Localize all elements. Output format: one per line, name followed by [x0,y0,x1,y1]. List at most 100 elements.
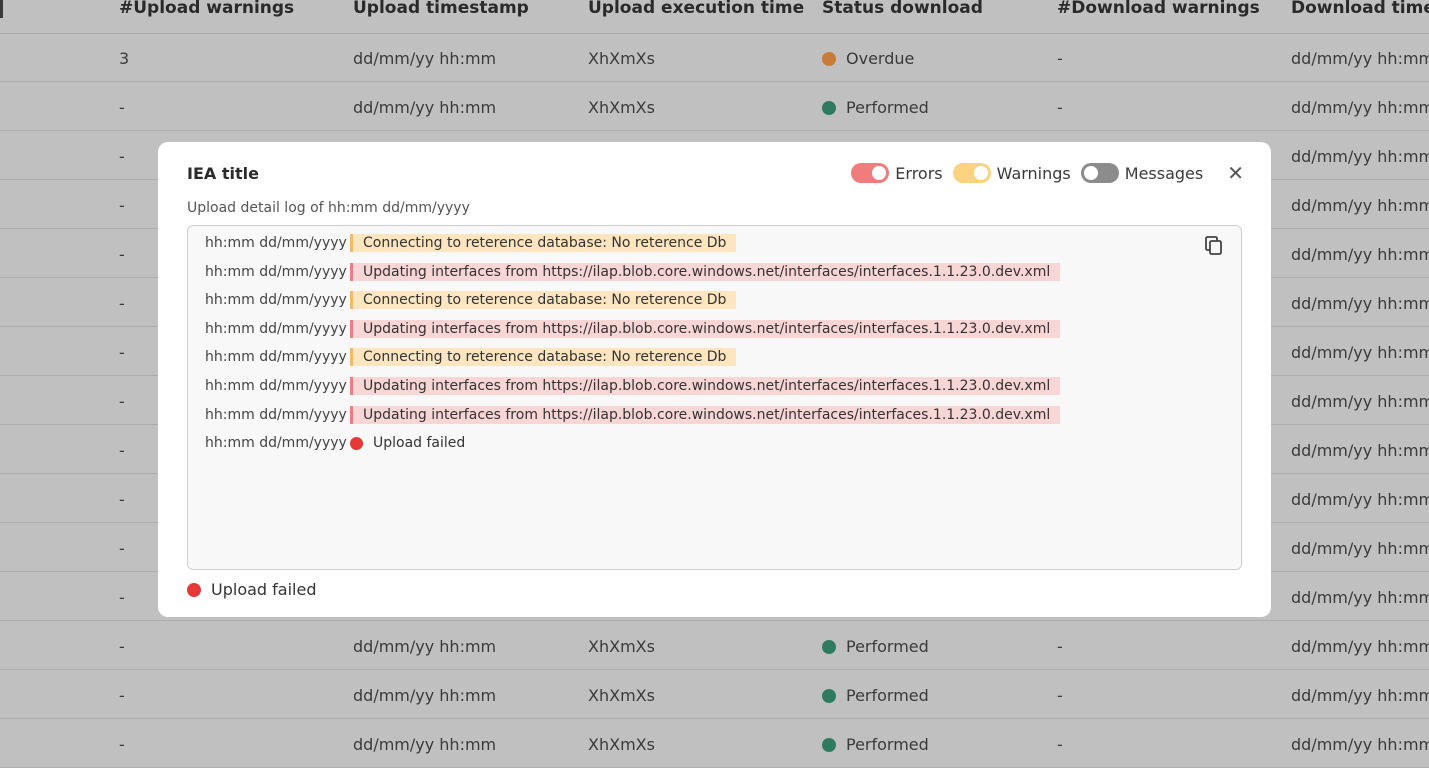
header-download-warnings[interactable]: #Download warnings [1057,0,1260,18]
cell-status-download: Performed [822,637,929,656]
cell-upload-warnings: - [119,343,125,362]
status-dot-icon [822,689,836,703]
header-upload-warnings[interactable]: #Upload warnings [119,0,294,18]
log-entry: hh:mm dd/mm/yyyy Connecting to reterence … [205,346,737,368]
cell-upload-warnings: - [119,294,125,313]
cell-status-download: Overdue [822,49,914,68]
status-dot-icon [822,640,836,654]
cell-upload-warnings: - [119,245,125,264]
cell-download-timestamp: dd/mm/yy hh:mm [1291,588,1429,607]
messages-toggle[interactable]: Messages [1080,163,1204,183]
errors-toggle-label: Errors [895,163,943,183]
log-entry-time: hh:mm dd/mm/yyyy [205,235,347,251]
close-icon[interactable]: ✕ [1227,163,1244,183]
log-entry-text: Upload failed [373,435,466,452]
cell-upload-execution-time: XhXmXs [588,98,655,117]
cell-upload-warnings: - [119,490,125,509]
cell-upload-timestamp: dd/mm/yy hh:mm [353,686,497,705]
cell-upload-warnings: - [119,539,125,558]
switch-knob [973,166,988,180]
cell-download-timestamp: dd/mm/yy hh:mm [1291,343,1429,362]
cell-upload-warnings: - [119,147,125,166]
cell-upload-warnings: - [119,588,125,607]
messages-toggle-label: Messages [1124,163,1204,183]
switch-knob [1083,166,1098,180]
cell-upload-execution-time: XhXmXs [588,49,655,68]
cell-status-download: Performed [822,686,929,705]
cell-upload-execution-time: XhXmXs [588,735,655,754]
log-entry-error: Updating interfaces from https://ilap.bl… [350,319,1061,338]
status-text: Performed [846,637,929,656]
header-download-timestamp[interactable]: Download times [1291,0,1429,18]
log-entry-time: hh:mm dd/mm/yyyy [205,378,347,394]
cell-upload-warnings: - [119,392,125,411]
log-entry-time: hh:mm dd/mm/yyyy [205,292,347,309]
log-entry: hh:mm dd/mm/yyyy Updating interfaces from… [205,318,1061,340]
cell-download-timestamp: dd/mm/yy hh:mm [1291,294,1429,313]
cell-download-timestamp: dd/mm/yy hh:mm [1291,196,1429,215]
cell-upload-timestamp: dd/mm/yy hh:mm [353,637,497,656]
warnings-toggle-label: Warnings [996,163,1071,183]
cell-upload-warnings: - [119,637,125,656]
cell-upload-warnings: - [119,441,125,460]
status-text: Performed [846,98,929,117]
cell-download-warnings: - [1057,686,1063,705]
log-entry-error: Updating interfaces from https://ilap.bl… [350,405,1061,424]
header-upload-timestamp[interactable]: Upload timestamp [353,0,529,18]
cell-upload-timestamp: dd/mm/yy hh:mm [353,735,497,754]
log-entry-error: Updating interfaces from https://ilap.bl… [350,377,1061,395]
log-entry: hh:mm dd/mm/yyyy Updating interfaces from… [205,261,1061,283]
cell-upload-timestamp: dd/mm/yy hh:mm [353,98,497,117]
cell-upload-warnings: - [119,735,125,754]
table-row[interactable]: - dd/mm/yy hh:mm XhXmXs Performed - dd/mm/yy … [0,82,1429,131]
status-text: Performed [846,686,929,705]
warnings-toggle[interactable]: Warnings [952,163,1071,183]
warnings-switch[interactable] [952,163,991,183]
status-text: Performed [846,735,929,754]
errors-toggle[interactable]: Errors [851,163,943,183]
header-upload-execution-time[interactable]: Upload execution time [588,0,804,18]
cell-download-timestamp: dd/mm/yy hh:mm [1291,441,1429,460]
table-row[interactable]: - dd/mm/yy hh:mm XhXmXs Performed - dd/mm/yy … [0,621,1429,670]
cell-upload-warnings: - [119,686,125,705]
table-row[interactable]: - dd/mm/yy hh:mm XhXmXs Performed - dd/mm/yy … [0,670,1429,719]
log-entry-time: hh:mm dd/mm/yyyy [205,406,347,423]
log-entry-warning: Connecting to reterence database: No ret… [350,234,737,252]
cell-download-warnings: - [1057,735,1063,754]
cell-download-warnings: - [1057,98,1063,117]
messages-switch[interactable] [1080,163,1119,183]
log-entry: hh:mm dd/mm/yyyy Upload failed [205,432,465,454]
cell-download-timestamp: dd/mm/yy hh:mm [1291,637,1429,656]
log-entry-warning: Connecting to reterence database: No ret… [350,291,737,310]
log-entry: hh:mm dd/mm/yyyy Updating interfaces from… [205,404,1061,426]
log-entry: hh:mm dd/mm/yyyy Connecting to reterence … [205,232,737,254]
cell-download-timestamp: dd/mm/yy hh:mm [1291,147,1429,166]
log-entry: hh:mm dd/mm/yyyy Updating interfaces from… [205,375,1061,397]
errors-switch[interactable] [851,163,890,183]
upload-status: Upload failed [187,580,316,599]
cell-upload-execution-time: XhXmXs [588,637,655,656]
upload-log-modal: IEA title Errors Warnings Messages ✕ Upl… [158,142,1271,617]
table-header: #Upload warnings Upload timestamp Upload… [0,0,1429,34]
status-dot-icon [822,52,836,66]
cell-download-timestamp: dd/mm/yy hh:mm [1291,98,1429,117]
cell-upload-timestamp: dd/mm/yy hh:mm [353,49,497,68]
log-entry-time: hh:mm dd/mm/yyyy [205,349,347,366]
status-text: Overdue [846,49,915,68]
column-divider [0,0,3,18]
cell-download-timestamp: dd/mm/yy hh:mm [1291,49,1429,68]
copy-icon[interactable] [1205,236,1223,260]
log-entry-time: hh:mm dd/mm/yyyy [205,435,347,452]
table-row[interactable]: - dd/mm/yy hh:mm XhXmXs Performed - dd/mm/yy … [0,719,1429,768]
log-entry-time: hh:mm dd/mm/yyyy [205,320,347,337]
log-entry-time: hh:mm dd/mm/yyyy [205,263,347,280]
cell-download-timestamp: dd/mm/yy hh:mm [1291,392,1429,411]
upload-status-text: Upload failed [211,580,317,599]
table-row[interactable]: 3 dd/mm/yy hh:mm XhXmXs Overdue - dd/mm/yy hh… [0,33,1429,82]
failure-dot-icon [187,582,201,597]
cell-upload-execution-time: XhXmXs [588,686,655,705]
cell-download-warnings: - [1057,49,1063,68]
header-status-download[interactable]: Status download [822,0,983,18]
cell-download-warnings: - [1057,637,1063,656]
cell-upload-warnings: - [119,196,125,215]
